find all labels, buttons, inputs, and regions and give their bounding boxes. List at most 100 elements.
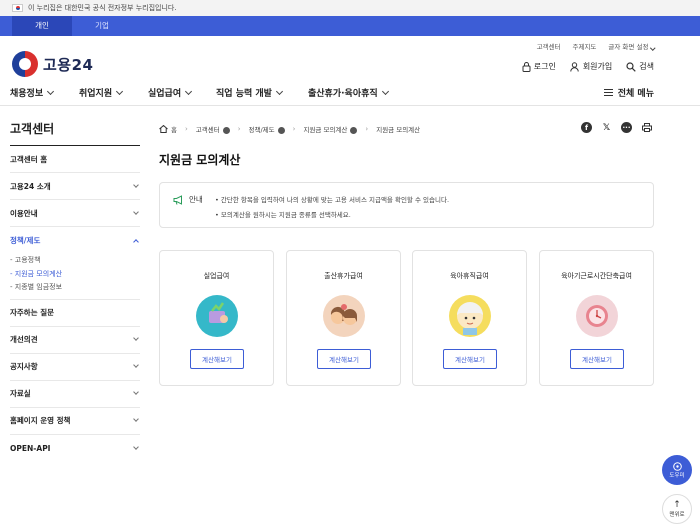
chevron-down-icon [133,335,139,341]
calculate-button[interactable]: 계산해보기 [443,349,497,369]
korea-flag-icon [12,4,23,12]
chevron-down-icon [116,87,124,95]
page-title: 지원금 모의계산 [159,153,241,167]
chevron-down-icon [133,208,139,215]
unemployment-illustration-icon [196,295,238,337]
helper-button[interactable]: 도우미 [662,455,692,485]
scroll-top-button[interactable]: ↑ 맨위로 [662,494,692,524]
search-button[interactable]: 검색 [626,61,654,72]
arrow-up-icon: ↑ [673,499,681,510]
lock-icon [522,61,531,72]
gov-banner: 이 누리집은 대한민국 공식 전자정부 누리집입니다. [0,0,700,16]
sidebar-group-policy: 정책/제도 - 고용정책 - 지원금 모의계산 - 지종별 임금정보 [10,227,140,300]
utility-links: 고객센터 주제지도 글자 화면 설정 [537,41,655,51]
chevron-down-icon [381,87,389,95]
login-button[interactable]: 로그인 [522,61,556,72]
chevron-down-icon [133,443,139,450]
gnb-item-employment-support[interactable]: 취업지원 [79,86,124,99]
chevron-down-icon [133,416,139,422]
card-title: 출산휴가급여 [324,272,363,280]
sidebar-item-guide[interactable]: 이용안내 [10,200,140,227]
calc-card-reduced-hours[interactable]: 육아기근로시간단축급여 계산해보기 [539,250,654,386]
taegeuk-logo-icon [12,51,38,77]
home-icon [159,125,168,133]
share-buttons: f 𝕏 ··· [581,122,652,133]
sidebar-item-site-policy[interactable]: 홈페이지 운영 정책 [10,408,140,435]
global-nav: 채용정보 취업지원 실업급여 직업 능력 개발 출산휴가·육아휴직 전체 메뉴 [0,82,700,106]
sidebar-item-feedback[interactable]: 개선의견 [10,327,140,354]
breadcrumb-separator: › [365,125,369,133]
gnb-item-skill-development[interactable]: 직업 능력 개발 [216,86,283,99]
sidebar-item-about[interactable]: 고용24 소개 [10,173,140,200]
calc-card-unemployment[interactable]: 실업급여 계산해보기 [159,250,274,386]
calculate-button[interactable]: 계산해보기 [570,349,624,369]
util-topic-map[interactable]: 주제지도 [572,41,596,51]
sidebar-item-open-api[interactable]: OPEN-API [10,435,140,462]
util-display-settings[interactable]: 글자 화면 설정 [608,41,655,51]
chevron-up-icon [133,238,139,245]
card-title: 실업급여 [203,272,230,280]
gnb-item-jobs[interactable]: 채용정보 [10,86,55,99]
search-icon [626,61,636,72]
print-icon[interactable] [641,122,652,133]
card-title: 육아기근로시간단축급여 [561,272,632,280]
notice-lines: • 간단한 항목을 입력하여 나의 상황에 맞는 고용 서비스 지급액을 확인할… [215,193,449,223]
tab-business[interactable]: 기업 [72,16,132,36]
breadcrumb-separator: › [184,125,188,133]
talk-bubble-icon[interactable]: ··· [621,122,632,133]
user-plus-icon [570,61,579,72]
notice-label: 안내 [173,194,203,205]
calc-card-parental-leave[interactable]: 육아휴직급여 계산해보기 [412,250,527,386]
card-title: 육아휴직급여 [450,272,489,280]
x-twitter-icon[interactable]: 𝕏 [601,122,612,133]
breadcrumb-subsidy[interactable]: 지원금 모의계산 [303,124,358,134]
gnb-item-unemployment-benefit[interactable]: 실업급여 [148,86,193,99]
logo-text: 고용24 [43,55,94,74]
sidebar-item-faq[interactable]: 자주하는 질문 [10,300,140,327]
gnb-item-maternity-parental[interactable]: 출산휴가·육아휴직 [308,86,389,99]
chevron-down-icon [133,389,139,395]
facebook-icon[interactable]: f [581,122,592,133]
chevron-down-icon [649,44,655,50]
sidebar-subitem-wage-info[interactable]: - 지종별 임금정보 [10,281,140,295]
breadcrumb-separator: › [292,125,296,133]
signup-button[interactable]: 회원가입 [570,61,612,72]
chevron-down-icon [133,362,139,368]
sidebar-item-home[interactable]: 고객센터 홈 [10,146,140,173]
parental-leave-illustration-icon [449,295,491,337]
gov-banner-text: 이 누리집은 대한민국 공식 전자정부 누리집입니다. [28,4,177,12]
sidebar-item-policy[interactable]: 정책/제도 [10,227,140,254]
sidebar-item-archive[interactable]: 자료실 [10,381,140,408]
notice-line: • 모의계산을 원하시는 지원금 종류를 선택하세요. [215,211,351,219]
calculate-button[interactable]: 계산해보기 [190,349,244,369]
chevron-down-icon [47,87,55,95]
sidebar-title: 고객센터 [10,120,140,146]
breadcrumb-policy[interactable]: 정책/제도 [249,124,285,134]
notice-line: • 간단한 항목을 입력하여 나의 상황에 맞는 고용 서비스 지급액을 확인할… [215,196,450,204]
hamburger-icon [603,89,613,96]
help-icon [672,461,682,471]
notice-box: 안내 • 간단한 항목을 입력하여 나의 상황에 맞는 고용 서비스 지급액을 … [159,182,654,228]
maternity-illustration-icon [323,295,365,337]
sidebar-subitem-employment-policy[interactable]: - 고용정책 [10,254,140,268]
chevron-down-icon [185,87,193,95]
calculate-button[interactable]: 계산해보기 [317,349,371,369]
util-customer-center[interactable]: 고객센터 [537,41,561,51]
tab-personal[interactable]: 개인 [12,16,72,36]
site-logo[interactable]: 고용24 [12,51,93,77]
chevron-down-icon [133,181,139,188]
sidebar: 고객센터 고객센터 홈 고용24 소개 이용안내 정책/제도 - 고용정책 - … [10,120,140,462]
chevron-down-icon [350,126,358,134]
chevron-down-icon [222,126,230,134]
calc-card-maternity[interactable]: 출산휴가급여 계산해보기 [286,250,401,386]
header-actions: 로그인 회원가입 검색 [522,61,654,72]
sidebar-subitem-subsidy-calculator[interactable]: - 지원금 모의계산 [10,268,140,282]
breadcrumb-customer-center[interactable]: 고객센터 [196,124,230,134]
breadcrumb-home[interactable]: 홈 [159,124,177,134]
reduced-hours-clock-icon [576,295,618,337]
sidebar-item-notice[interactable]: 공지사항 [10,354,140,381]
chevron-down-icon [275,87,283,95]
all-menu-button[interactable]: 전체 메뉴 [603,86,654,99]
user-type-tabbar: 개인 기업 [0,16,700,36]
megaphone-icon [173,194,182,205]
